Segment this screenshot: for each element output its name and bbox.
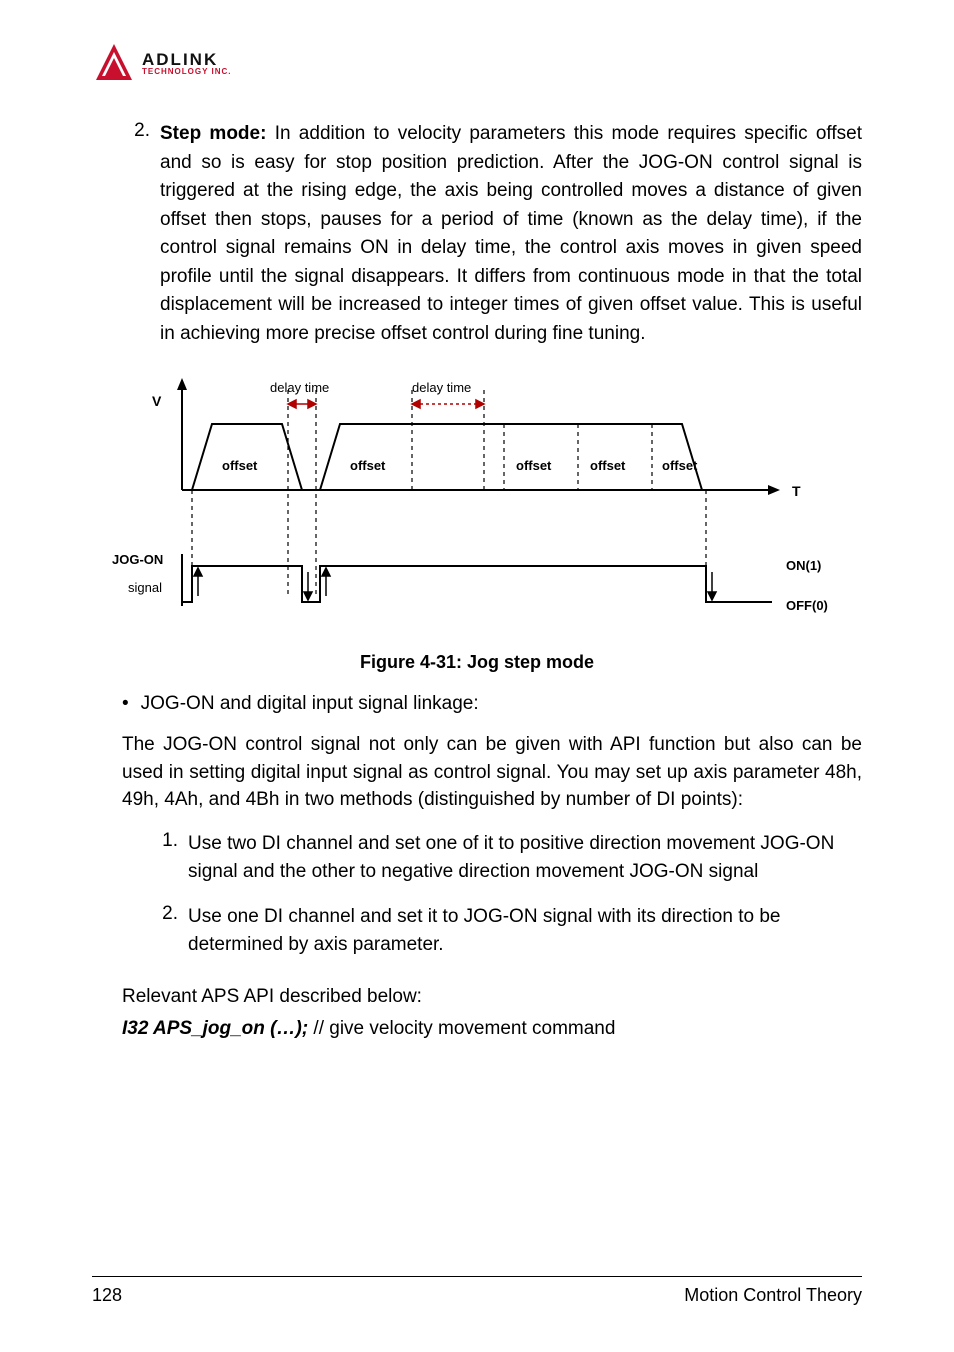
svg-text:offset: offset xyxy=(590,458,626,473)
jog-step-diagram: V T xyxy=(92,370,862,634)
page-number: 128 xyxy=(92,1285,122,1306)
svg-text:offset: offset xyxy=(662,458,698,473)
item-number: 2. xyxy=(122,120,150,348)
svg-text:offset: offset xyxy=(516,458,552,473)
figure-caption: Figure 4-31: Jog step mode xyxy=(92,652,862,673)
linkage-paragraph: The JOG-ON control signal not only can b… xyxy=(92,731,862,814)
logo-text: ADLINK TECHNOLOGY INC. xyxy=(142,51,232,76)
bullet-text: JOG-ON and digital input signal linkage: xyxy=(141,693,479,715)
api-code: I32 APS_jog_on (…); // give velocity mov… xyxy=(92,1018,862,1040)
methods-list: 1. Use two DI channel and set one of it … xyxy=(150,830,862,960)
item-title: Step mode: xyxy=(160,123,266,144)
content: 2. Step mode: In addition to velocity pa… xyxy=(92,120,862,1040)
method-2-num: 2. xyxy=(150,903,178,960)
section-name: Motion Control Theory xyxy=(684,1285,862,1306)
svg-text:ON(1): ON(1) xyxy=(786,558,821,573)
svg-text:offset: offset xyxy=(222,458,258,473)
method-1: 1. Use two DI channel and set one of it … xyxy=(150,830,862,887)
item-body: Step mode: In addition to velocity param… xyxy=(160,120,862,348)
footer: 128 Motion Control Theory xyxy=(92,1276,862,1306)
svg-text:delay time: delay time xyxy=(270,380,329,395)
logo-icon xyxy=(92,42,136,84)
method-2: 2. Use one DI channel and set it to JOG-… xyxy=(150,903,862,960)
api-signature: I32 APS_jog_on (…); xyxy=(122,1018,308,1039)
logo-sub: TECHNOLOGY INC. xyxy=(142,68,232,76)
method-1-text: Use two DI channel and set one of it to … xyxy=(188,830,862,887)
svg-text:signal: signal xyxy=(128,580,162,595)
svg-text:JOG-ON: JOG-ON xyxy=(112,552,163,567)
method-1-num: 1. xyxy=(150,830,178,887)
figure: V T xyxy=(92,370,862,634)
item-text: In addition to velocity parameters this … xyxy=(160,123,862,344)
api-intro: Relevant APS API described below: xyxy=(92,986,862,1008)
bullet-marker: • xyxy=(122,693,129,715)
svg-text:T: T xyxy=(792,483,801,499)
svg-text:delay time: delay time xyxy=(412,380,471,395)
step-mode-item: 2. Step mode: In addition to velocity pa… xyxy=(122,120,862,348)
api-comment: // give velocity movement command xyxy=(308,1018,615,1039)
svg-text:offset: offset xyxy=(350,458,386,473)
svg-text:OFF(0): OFF(0) xyxy=(786,598,828,613)
logo: ADLINK TECHNOLOGY INC. xyxy=(92,42,862,84)
bullet-linkage: • JOG-ON and digital input signal linkag… xyxy=(122,693,862,715)
logo-main: ADLINK xyxy=(142,51,232,68)
page: ADLINK TECHNOLOGY INC. 2. Step mode: In … xyxy=(0,0,954,1352)
method-2-text: Use one DI channel and set it to JOG-ON … xyxy=(188,903,862,960)
svg-text:V: V xyxy=(152,393,162,409)
